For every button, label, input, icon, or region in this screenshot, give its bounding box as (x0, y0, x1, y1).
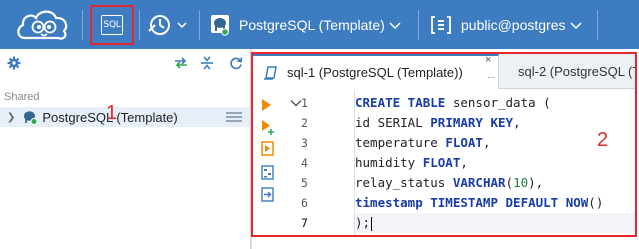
schema-brackets-icon (431, 16, 451, 34)
database-navigator: Shared ❯ PostgreSQL (Template) 1 (0, 49, 250, 249)
code-line[interactable]: timestamp TIMESTAMP DEFAULT NOW() (355, 193, 635, 213)
code-line[interactable]: id SERIAL PRIMARY KEY, (355, 113, 635, 133)
sql-keyword: FLOAT (422, 155, 461, 170)
expand-arrow-icon[interactable]: ❯ (7, 112, 15, 123)
code-line[interactable]: humidity FLOAT, (355, 153, 635, 173)
line-number: 6 (301, 196, 308, 210)
line-number: 5 (301, 176, 308, 190)
sql-text: relay_status (355, 175, 453, 190)
schema-selector[interactable]: public@postgres (430, 9, 582, 41)
code-line[interactable]: CREATE TABLE sensor_data ( (355, 93, 635, 113)
sql-text: , (513, 115, 521, 130)
postgresql-elephant-icon (211, 15, 229, 36)
fold-chevron-icon[interactable] (290, 99, 302, 107)
sql-text: ), (528, 175, 544, 190)
sql-text: ( (505, 175, 514, 190)
code-line[interactable]: ); (355, 213, 635, 233)
line-number: 3 (301, 136, 308, 150)
line-number: 1 (301, 96, 308, 110)
annotation-number-2: 2 (597, 129, 609, 151)
execute-script-icon[interactable] (261, 141, 274, 156)
sql-editor-panel: sql-1 (PostgreSQL (Template)) × ··· sql-… (251, 52, 637, 237)
sql-keyword: VARCHAR (452, 175, 506, 190)
sql-keyword: timestamp TIMESTAMP DEFAULT NOW (355, 195, 589, 210)
transaction-mode-icon (148, 15, 170, 35)
line-number: 4 (301, 156, 308, 170)
toolbar-divider (199, 10, 200, 40)
annotation-number-1: 1 (106, 102, 118, 124)
connection-label: PostgreSQL (Template) (239, 17, 385, 33)
sql-text: sensor_data ( (445, 95, 551, 110)
transaction-mode-button[interactable] (145, 9, 191, 41)
line-number-gutter: 1 2 3 4 5 6 7 (279, 90, 355, 235)
navigator-toolbar (0, 49, 250, 77)
chevron-down-icon (569, 22, 582, 29)
line-number: 2 (301, 116, 308, 130)
postgresql-elephant-icon (24, 111, 38, 125)
tab-label: sql-1 (PostgreSQL (Template)) (287, 65, 463, 80)
toolbar-divider (82, 10, 83, 40)
sql-keyword: PRIMARY KEY (430, 115, 514, 130)
tab-overflow-indicator: ··· (487, 72, 495, 83)
tree-item-postgresql-template[interactable]: ❯ PostgreSQL (Template) (0, 107, 250, 127)
sql-script-icon (264, 65, 277, 80)
shared-section-label: Shared (4, 91, 40, 103)
cloudbeaver-logo-icon[interactable] (13, 4, 73, 44)
top-navigation-bar: SQL PostgreSQL (Template) public@postgre… (0, 0, 639, 49)
sql-editor-button[interactable]: SQL (90, 5, 134, 45)
menu-icon[interactable] (226, 112, 242, 122)
tab-sql-1[interactable]: sql-1 (PostgreSQL (Template)) (253, 54, 499, 89)
sql-text: temperature (355, 135, 446, 150)
refresh-icon[interactable] (229, 56, 243, 70)
explain-plan-icon[interactable] (261, 165, 274, 180)
tab-label: sql-2 (PostgreSQL (Template)) (518, 64, 635, 79)
sql-text: humidity (355, 155, 423, 170)
collapse-icon[interactable] (200, 56, 214, 70)
tab-close-button[interactable]: × (485, 54, 491, 66)
gear-icon[interactable] (7, 56, 21, 70)
editor-side-toolbar (253, 90, 279, 235)
tab-sql-2[interactable]: sql-2 (PostgreSQL (Template)) (500, 54, 635, 89)
execute-statement-icon[interactable] (261, 98, 272, 112)
text-cursor (371, 216, 373, 231)
execute-in-new-tab-icon[interactable] (261, 119, 275, 135)
code-editor[interactable]: CREATE TABLE sensor_data (id SERIAL PRIM… (354, 90, 635, 235)
sql-number: 10 (513, 175, 529, 190)
code-line[interactable]: relay_status VARCHAR(10), (355, 173, 635, 193)
editor-tab-bar: sql-1 (PostgreSQL (Template)) × ··· sql-… (253, 54, 635, 89)
sql-text: , (482, 135, 491, 150)
sql-text: id SERIAL (355, 115, 431, 130)
sql-text: () (588, 195, 604, 210)
toolbar-divider (418, 10, 419, 40)
link-icon[interactable] (174, 56, 188, 70)
schema-label: public@postgres (461, 17, 566, 33)
code-line[interactable]: temperature FLOAT, (355, 133, 635, 153)
line-number: 7 (301, 216, 308, 230)
connection-selector[interactable]: PostgreSQL (Template) (210, 9, 401, 41)
chevron-down-icon (389, 22, 401, 29)
chevron-down-icon (177, 22, 187, 29)
sql-keyword: CREATE TABLE (355, 95, 446, 110)
export-icon[interactable] (261, 187, 274, 202)
sql-text: , (460, 155, 468, 170)
sql-button-label: SQL (101, 15, 123, 35)
toolbar-divider (597, 10, 598, 40)
toolbar-divider (139, 10, 140, 40)
sql-keyword: FLOAT (445, 135, 483, 150)
sql-text: ); (355, 215, 371, 230)
